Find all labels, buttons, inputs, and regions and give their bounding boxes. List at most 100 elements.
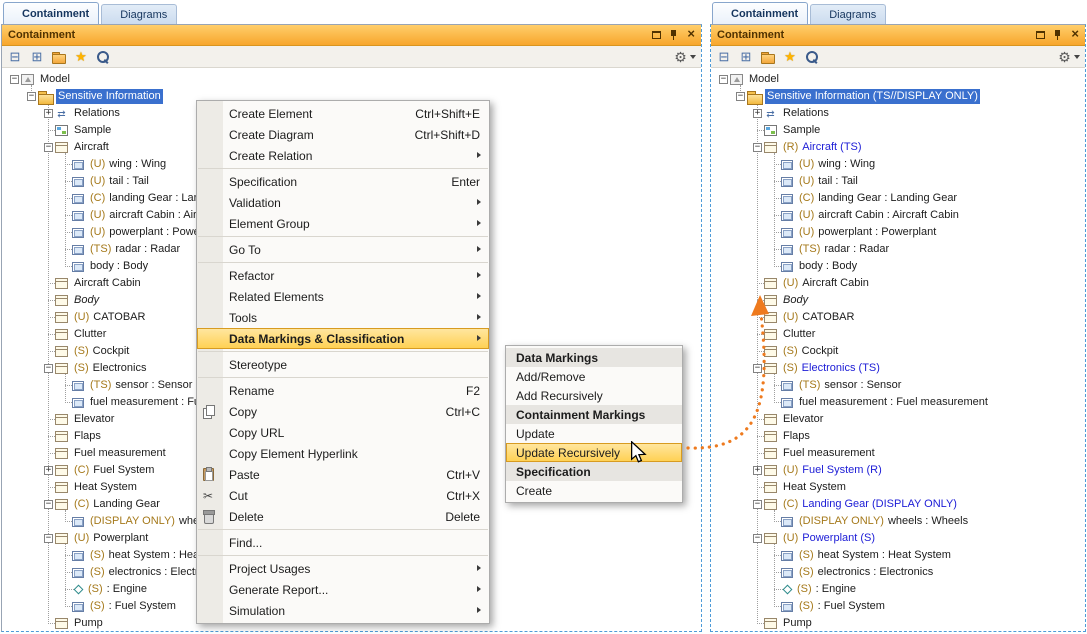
collapse-toggle-icon[interactable]: −	[717, 75, 730, 84]
tree-item[interactable]: (U)wing : Wing	[711, 156, 1085, 173]
menu-item-rename[interactable]: RenameF2	[197, 380, 489, 401]
menu-item-create-relation[interactable]: Create Relation	[197, 145, 489, 166]
collapse-all-icon[interactable]	[6, 48, 24, 66]
tree-item[interactable]: −(S)Electronics (TS)	[711, 360, 1085, 377]
menu-item-find[interactable]: Find...	[197, 532, 489, 553]
search-icon[interactable]	[803, 48, 821, 66]
collapse-selected-icon[interactable]	[28, 48, 46, 66]
collapse-toggle-icon[interactable]: −	[734, 92, 747, 101]
tree-item[interactable]: Flaps	[711, 428, 1085, 445]
tree-item[interactable]: −Model	[711, 71, 1085, 88]
menu-item-go-to[interactable]: Go To	[197, 239, 489, 260]
collapse-toggle-icon[interactable]: −	[751, 143, 764, 152]
tree-item[interactable]: body : Body	[711, 258, 1085, 275]
submenu-item-update-recursively[interactable]: Update Recursively	[506, 443, 682, 462]
expand-toggle-icon[interactable]: +	[42, 109, 55, 118]
menu-item-tools[interactable]: Tools	[197, 307, 489, 328]
tree-item[interactable]: −(C)Landing Gear (DISPLAY ONLY)	[711, 496, 1085, 513]
menu-item-specification[interactable]: SpecificationEnter	[197, 171, 489, 192]
tree-item[interactable]: (TS)radar : Radar	[711, 241, 1085, 258]
close-icon[interactable]	[687, 29, 695, 41]
tree-item[interactable]: −Model	[2, 71, 701, 88]
tree-item[interactable]: (S)Cockpit	[711, 343, 1085, 360]
menu-item-copy-element-hyperlink[interactable]: Copy Element Hyperlink	[197, 443, 489, 464]
favorites-icon[interactable]	[72, 48, 90, 66]
tab-containment[interactable]: Containment	[3, 2, 99, 24]
menu-item-paste[interactable]: PasteCtrl+V	[197, 464, 489, 485]
menu-item-data-markings-classification[interactable]: Data Markings & Classification	[197, 328, 489, 349]
tab-diagrams[interactable]: Diagrams	[101, 4, 177, 24]
open-folder-icon[interactable]	[759, 48, 777, 66]
submenu-item-add-recursively[interactable]: Add Recursively	[506, 386, 682, 405]
submenu-item-update[interactable]: Update	[506, 424, 682, 443]
tree-item[interactable]: +(U)Fuel System (R)	[711, 462, 1085, 479]
tree-item[interactable]: Fuel measurement	[711, 445, 1085, 462]
pin-icon[interactable]	[1053, 30, 1063, 41]
expand-toggle-icon[interactable]: +	[751, 466, 764, 475]
collapse-toggle-icon[interactable]: −	[42, 143, 55, 152]
menu-item-cut[interactable]: CutCtrl+X	[197, 485, 489, 506]
menu-item-copy[interactable]: CopyCtrl+C	[197, 401, 489, 422]
tree-item[interactable]: −(U)Powerplant (S)	[711, 530, 1085, 547]
menu-item-copy-url[interactable]: Copy URL	[197, 422, 489, 443]
tree-item[interactable]: Body	[711, 292, 1085, 309]
expand-toggle-icon[interactable]: +	[42, 466, 55, 475]
tree-item[interactable]: Clutter	[711, 326, 1085, 343]
menu-item-generate-report[interactable]: Generate Report...	[197, 579, 489, 600]
tree-item[interactable]: (U)Aircraft Cabin	[711, 275, 1085, 292]
gear-icon[interactable]	[673, 48, 697, 66]
tab-diagrams[interactable]: Diagrams	[810, 4, 886, 24]
collapse-toggle-icon[interactable]: −	[751, 364, 764, 373]
tree-item[interactable]: (U)aircraft Cabin : Aircraft Cabin	[711, 207, 1085, 224]
tree-item[interactable]: Heat System	[711, 479, 1085, 496]
tree-item[interactable]: (U)powerplant : Powerplant	[711, 224, 1085, 241]
submenu-item-create[interactable]: Create	[506, 481, 682, 500]
tree-item[interactable]: Elevator	[711, 411, 1085, 428]
gear-icon[interactable]	[1057, 48, 1081, 66]
tree-item[interactable]: fuel measurement : Fuel measurement	[711, 394, 1085, 411]
tree-item[interactable]: (S): Engine	[711, 581, 1085, 598]
search-icon[interactable]	[94, 48, 112, 66]
collapse-toggle-icon[interactable]: −	[42, 500, 55, 509]
expand-toggle-icon[interactable]: +	[751, 109, 764, 118]
pin-icon[interactable]	[669, 30, 679, 41]
menu-item-project-usages[interactable]: Project Usages	[197, 558, 489, 579]
collapse-toggle-icon[interactable]: −	[42, 364, 55, 373]
tree-item[interactable]: (C)landing Gear : Landing Gear	[711, 190, 1085, 207]
menu-item-simulation[interactable]: Simulation	[197, 600, 489, 621]
open-folder-icon[interactable]	[50, 48, 68, 66]
tree-item[interactable]: (DISPLAY ONLY)wheels : Wheels	[711, 513, 1085, 530]
tree-item[interactable]: (U)tail : Tail	[711, 173, 1085, 190]
collapse-toggle-icon[interactable]: −	[751, 500, 764, 509]
tree-item[interactable]: (U)CATOBAR	[711, 309, 1085, 326]
tree-item[interactable]: −(R)Aircraft (TS)	[711, 139, 1085, 156]
float-icon[interactable]	[1036, 31, 1045, 39]
menu-item-stereotype[interactable]: Stereotype	[197, 354, 489, 375]
favorites-icon[interactable]	[781, 48, 799, 66]
menu-item-create-element[interactable]: Create ElementCtrl+Shift+E	[197, 103, 489, 124]
collapse-all-icon[interactable]	[715, 48, 733, 66]
menu-item-delete[interactable]: DeleteDelete	[197, 506, 489, 527]
submenu-item-add-remove[interactable]: Add/Remove	[506, 367, 682, 386]
tree-item-selected[interactable]: −Sensitive Information (TS//DISPLAY ONLY…	[711, 88, 1085, 105]
menu-item-refactor[interactable]: Refactor	[197, 265, 489, 286]
tree-item[interactable]: (S)heat System : Heat System	[711, 547, 1085, 564]
menu-item-element-group[interactable]: Element Group	[197, 213, 489, 234]
menu-item-create-diagram[interactable]: Create DiagramCtrl+Shift+D	[197, 124, 489, 145]
tree-item[interactable]: (S): Fuel System	[711, 598, 1085, 615]
collapse-selected-icon[interactable]	[737, 48, 755, 66]
collapse-toggle-icon[interactable]: −	[751, 534, 764, 543]
collapse-toggle-icon[interactable]: −	[25, 92, 38, 101]
menu-item-related-elements[interactable]: Related Elements	[197, 286, 489, 307]
tab-containment[interactable]: Containment	[712, 2, 808, 24]
collapse-toggle-icon[interactable]: −	[42, 534, 55, 543]
tree-item[interactable]: (S)electronics : Electronics	[711, 564, 1085, 581]
float-icon[interactable]	[652, 31, 661, 39]
tree-item[interactable]: +Relations	[711, 105, 1085, 122]
menu-item-validation[interactable]: Validation	[197, 192, 489, 213]
tree-item[interactable]: (TS)sensor : Sensor	[711, 377, 1085, 394]
close-icon[interactable]	[1071, 29, 1079, 41]
tree-item[interactable]: Sample	[711, 122, 1085, 139]
collapse-toggle-icon[interactable]: −	[8, 75, 21, 84]
tree-item[interactable]: Pump	[711, 615, 1085, 631]
